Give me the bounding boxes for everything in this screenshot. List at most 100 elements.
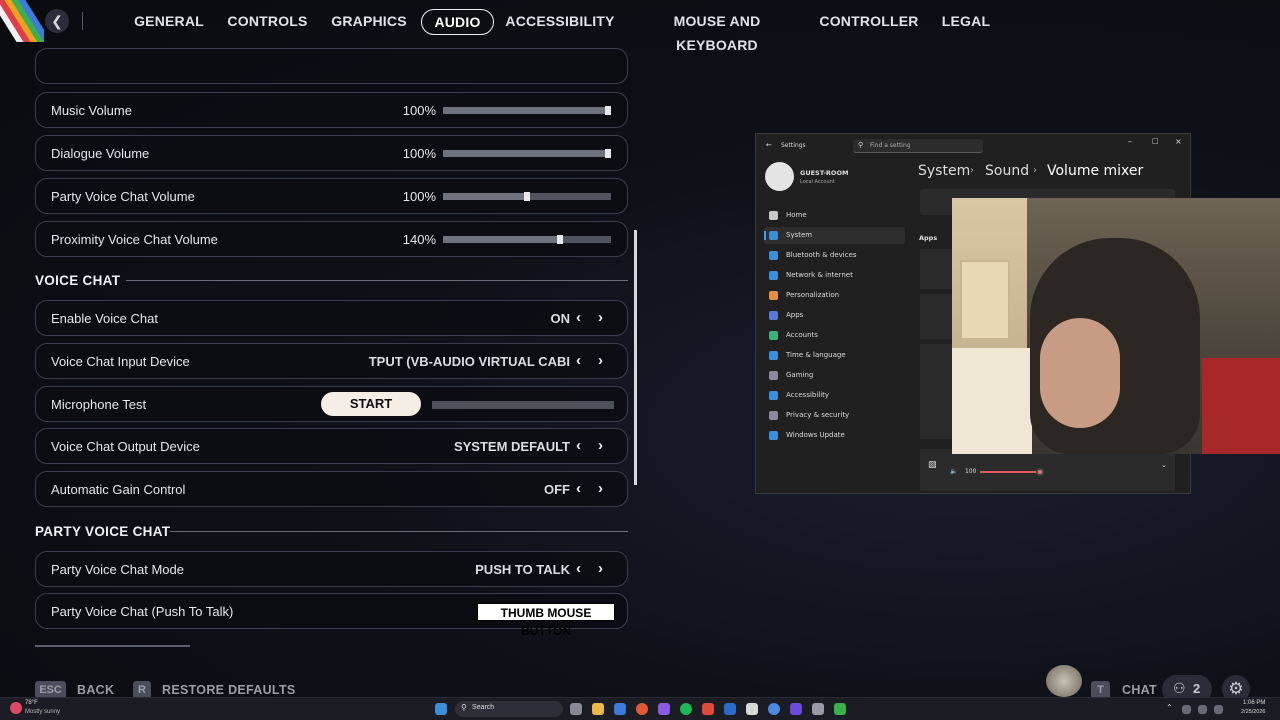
settings-app-icon[interactable]: [812, 703, 824, 715]
app-card: [920, 249, 956, 289]
app-icon[interactable]: [746, 703, 758, 715]
spotify-icon[interactable]: [680, 703, 692, 715]
music-volume-row[interactable]: Music Volume 100%: [35, 92, 628, 128]
speaker-icon[interactable]: 🔈: [950, 468, 957, 475]
file-explorer-icon[interactable]: [592, 703, 604, 715]
party-mode-label: Party Voice Chat Mode: [51, 562, 184, 577]
start-menu-icon[interactable]: [435, 703, 447, 715]
input-device-row[interactable]: Voice Chat Input Device TPUT (VB-AUDIO V…: [35, 343, 628, 379]
tray-icon[interactable]: [1182, 705, 1191, 714]
tab-audio[interactable]: AUDIO: [421, 9, 494, 35]
app-icon[interactable]: [614, 703, 626, 715]
tab-controller[interactable]: CONTROLLER: [818, 9, 920, 35]
party-voice-volume-value: 100%: [402, 189, 436, 204]
tab-accessibility[interactable]: ACCESSIBILITY: [505, 9, 615, 35]
nav-item-apps[interactable]: Apps: [786, 311, 803, 319]
settings-search-input[interactable]: ⚲ Find a setting: [853, 139, 983, 153]
agc-row[interactable]: Automatic Gain Control OFF ‹ ›: [35, 471, 628, 507]
chevron-right-icon[interactable]: ›: [598, 352, 603, 369]
nav-item-accessibility[interactable]: Accessibility: [786, 391, 829, 399]
chevron-left-icon[interactable]: ‹: [576, 352, 581, 369]
back-hint[interactable]: BACK: [77, 683, 114, 697]
party-ptt-row[interactable]: Party Voice Chat (Push To Talk) THUMB MO…: [35, 593, 628, 638]
tab-controls[interactable]: CONTROLS: [225, 9, 310, 35]
avatar: [765, 162, 794, 191]
chevron-left-icon[interactable]: ‹: [576, 560, 581, 577]
taskbar-search[interactable]: ⚲ Search: [455, 701, 563, 717]
app-icon[interactable]: [834, 703, 846, 715]
start-mic-test-button[interactable]: START: [321, 392, 421, 416]
app-icon[interactable]: [636, 703, 648, 715]
tab-graphics[interactable]: GRAPHICS: [328, 9, 410, 35]
music-volume-slider[interactable]: [443, 106, 611, 115]
window-title: Settings: [781, 142, 806, 149]
background-cloth: [1202, 358, 1280, 454]
speaker-icon[interactable]: [1214, 705, 1223, 714]
nav-item-time-language[interactable]: Time & language: [786, 351, 846, 359]
tray-chevron-icon[interactable]: ⌃: [1166, 703, 1173, 712]
nav-item-icon: [769, 211, 778, 220]
app-icon[interactable]: [702, 703, 714, 715]
proximity-voice-volume-value: 140%: [402, 232, 436, 247]
ptt-keybind[interactable]: THUMB MOUSE BUTTON: [477, 603, 615, 638]
back-arrow-icon[interactable]: ←: [766, 141, 772, 149]
tab-mouse-and-keyboard[interactable]: MOUSE AND KEYBOARD: [636, 9, 798, 53]
apps-heading: Apps: [919, 234, 938, 242]
nav-item-system[interactable]: System: [786, 231, 812, 239]
party-voice-volume-row[interactable]: Party Voice Chat Volume 100%: [35, 178, 628, 214]
output-device-row[interactable]: Voice Chat Output Device SYSTEM DEFAULT …: [35, 428, 628, 464]
proximity-voice-volume-slider[interactable]: [443, 235, 611, 244]
app-icon[interactable]: [658, 703, 670, 715]
party-voice-volume-slider[interactable]: [443, 192, 611, 201]
chevron-left-icon[interactable]: ‹: [576, 480, 581, 497]
restore-defaults-hint[interactable]: RESTORE DEFAULTS: [162, 683, 296, 697]
steam-icon[interactable]: [724, 703, 736, 715]
nav-item-bluetooth-devices[interactable]: Bluetooth & devices: [786, 251, 857, 259]
enable-voice-chat-value: ON: [550, 311, 571, 326]
chevron-right-icon[interactable]: ›: [598, 480, 603, 497]
chat-hint[interactable]: CHAT: [1122, 683, 1157, 697]
nav-item-windows-update[interactable]: Windows Update: [786, 431, 845, 439]
tab-legal[interactable]: LEGAL: [937, 9, 995, 35]
breadcrumb-sound[interactable]: Sound: [985, 163, 1029, 179]
user-account-type: Local Account: [800, 179, 835, 185]
chevron-left-icon[interactable]: ‹: [576, 309, 581, 326]
chevron-left-icon[interactable]: ‹: [576, 437, 581, 454]
breadcrumb-system[interactable]: System: [918, 163, 970, 179]
app-volume-slider[interactable]: [980, 471, 1040, 473]
nav-item-gaming[interactable]: Gaming: [786, 371, 813, 379]
back-arrow-icon[interactable]: ❮: [45, 9, 69, 33]
nav-item-network-internet[interactable]: Network & internet: [786, 271, 853, 279]
dialogue-volume-row[interactable]: Dialogue Volume 100%: [35, 135, 628, 171]
weather-icon[interactable]: [10, 702, 22, 714]
chevron-right-icon[interactable]: ›: [598, 437, 603, 454]
nav-item-personalization[interactable]: Personalization: [786, 291, 839, 299]
chevron-down-icon[interactable]: ⌄: [1161, 461, 1167, 469]
network-icon[interactable]: [1198, 705, 1207, 714]
minimize-icon[interactable]: –: [1128, 137, 1132, 146]
chrome-icon[interactable]: [768, 703, 780, 715]
settings-scrollbar[interactable]: [634, 230, 637, 485]
proximity-voice-volume-row[interactable]: Proximity Voice Chat Volume 140%: [35, 221, 628, 257]
slider-thumb[interactable]: [1036, 468, 1044, 476]
nav-item-accounts[interactable]: Accounts: [786, 331, 818, 339]
nav-item-privacy-security[interactable]: Privacy & security: [786, 411, 849, 419]
maximize-icon[interactable]: □: [1152, 137, 1159, 145]
party-mode-row[interactable]: Party Voice Chat Mode PUSH TO TALK ‹ ›: [35, 551, 628, 587]
app-icon[interactable]: [790, 703, 802, 715]
chevron-right-icon[interactable]: ›: [598, 309, 603, 326]
chevron-right-icon[interactable]: ›: [598, 560, 603, 577]
app-card: [920, 344, 956, 439]
close-icon[interactable]: ×: [1175, 137, 1182, 146]
task-view-icon[interactable]: [570, 703, 582, 715]
microphone-test-row: Microphone Test START: [35, 386, 628, 422]
nav-item-icon: [769, 311, 778, 320]
dialogue-volume-label: Dialogue Volume: [51, 146, 150, 161]
dialogue-volume-slider[interactable]: [443, 149, 611, 158]
partial-section-heading: [35, 642, 195, 648]
game-logo: [0, 0, 44, 42]
player-avatar[interactable]: [1046, 665, 1082, 697]
tab-general[interactable]: GENERAL: [130, 9, 208, 35]
enable-voice-chat-row[interactable]: Enable Voice Chat ON ‹ ›: [35, 300, 628, 336]
nav-item-home[interactable]: Home: [786, 211, 807, 219]
